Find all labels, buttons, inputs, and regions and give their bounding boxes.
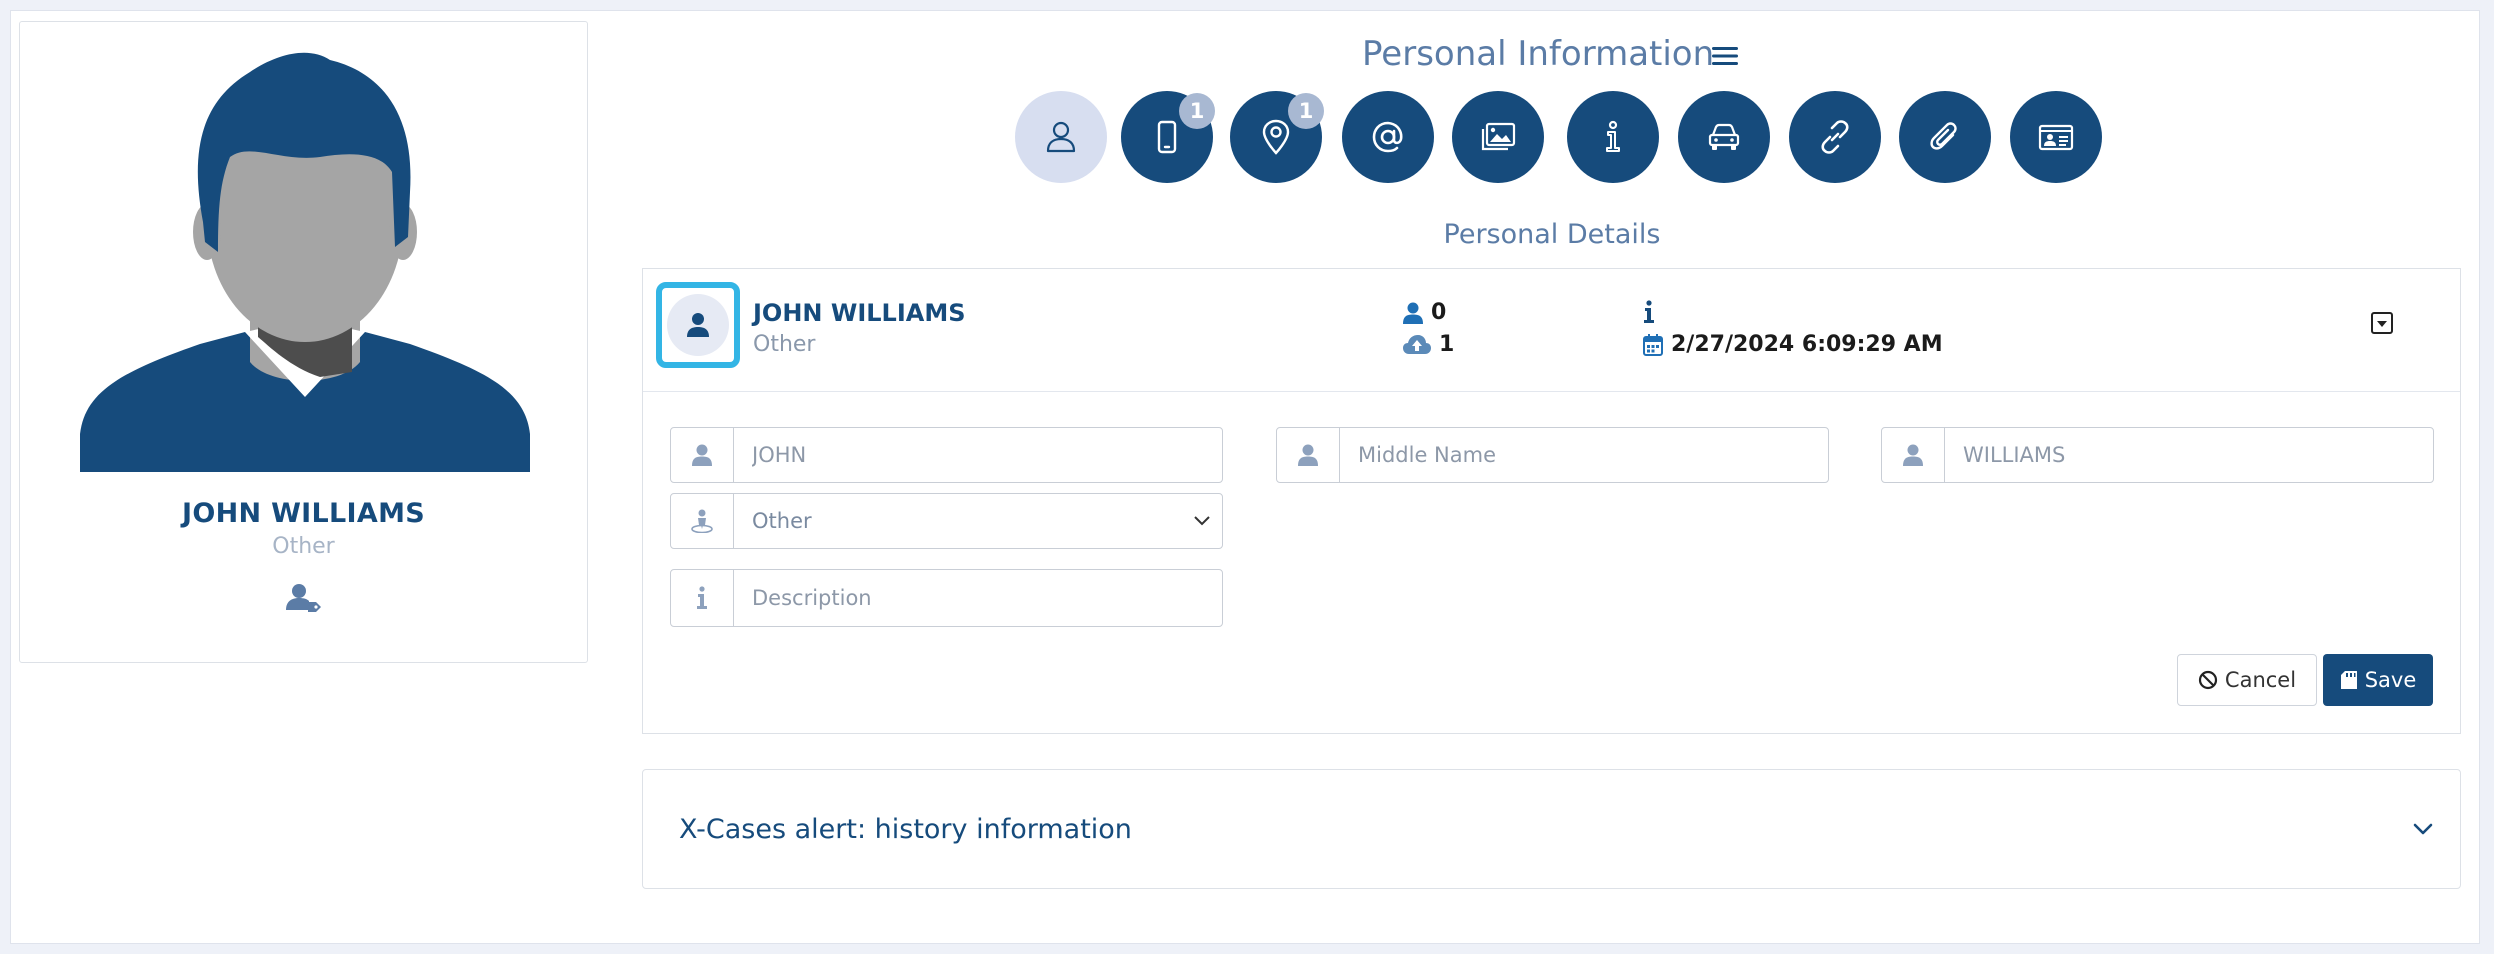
people-count: 0 [1403,300,1446,325]
person-pin-icon [691,509,713,533]
middle-name-input[interactable] [1340,428,1828,482]
xcases-alert-panel[interactable]: X-Cases alert: history information [642,769,2461,889]
middle-name-addon [1277,428,1340,482]
first-name-field [670,427,1223,483]
chevron-down-icon [2413,823,2433,835]
save-button[interactable]: Save [2323,654,2433,706]
profile-card: JOHN WILLIAMS Other [19,21,588,663]
section-title-wrap: Personal Details [642,0,2462,260]
profile-name: JOHN WILLIAMS [182,498,425,529]
cloud-upload-icon [1403,334,1431,354]
middle-name-field [1276,427,1829,483]
details-name: JOHN WILLIAMS [753,299,966,327]
save-label: Save [2364,668,2417,692]
cancel-label: Cancel [2224,668,2297,692]
sd-card-icon [2340,671,2357,689]
info-icon [697,586,707,609]
calendar-icon [1643,333,1663,356]
person-icon [687,313,709,337]
timestamp: 2/27/2024 6:09:29 AM [1643,332,1943,357]
user-icon [1403,302,1423,324]
ban-icon [2198,670,2218,690]
description-field [670,569,1223,627]
details-role: Other [753,332,816,357]
category-selected-value: Other [752,509,812,533]
last-name-field [1881,427,2434,483]
user-tag-icon[interactable] [286,582,322,614]
section-title: Personal Details [1443,219,1661,250]
category-addon [671,494,734,548]
user-icon [1903,444,1923,466]
cancel-button[interactable]: Cancel [2177,654,2317,706]
first-name-addon [671,428,734,482]
user-icon [692,444,712,466]
details-header: JOHN WILLIAMS Other 0 1 2/27/2024 6:09:2… [643,269,2460,392]
avatar-placeholder-image [80,52,530,472]
category-select[interactable]: Other [670,493,1223,549]
alert-title: X-Cases alert: history information [679,814,1132,845]
user-icon [1298,444,1318,466]
collapse-caret-icon[interactable] [2370,311,2394,335]
first-name-input[interactable] [734,428,1222,482]
personal-details-panel: JOHN WILLIAMS Other 0 1 2/27/2024 6:09:2… [642,268,2461,734]
people-count-value: 0 [1431,300,1447,325]
description-input[interactable] [734,570,1222,626]
upload-count: 1 [1403,332,1454,357]
info-field [1643,300,1663,324]
description-addon [671,570,734,626]
last-name-input[interactable] [1945,428,2433,482]
upload-count-value: 1 [1439,332,1455,357]
info-icon [1644,300,1654,323]
profile-role: Other [272,534,335,559]
last-name-addon [1882,428,1945,482]
timestamp-value: 2/27/2024 6:09:29 AM [1671,332,1943,357]
avatar[interactable] [656,282,740,368]
chevron-down-icon [1182,494,1222,548]
